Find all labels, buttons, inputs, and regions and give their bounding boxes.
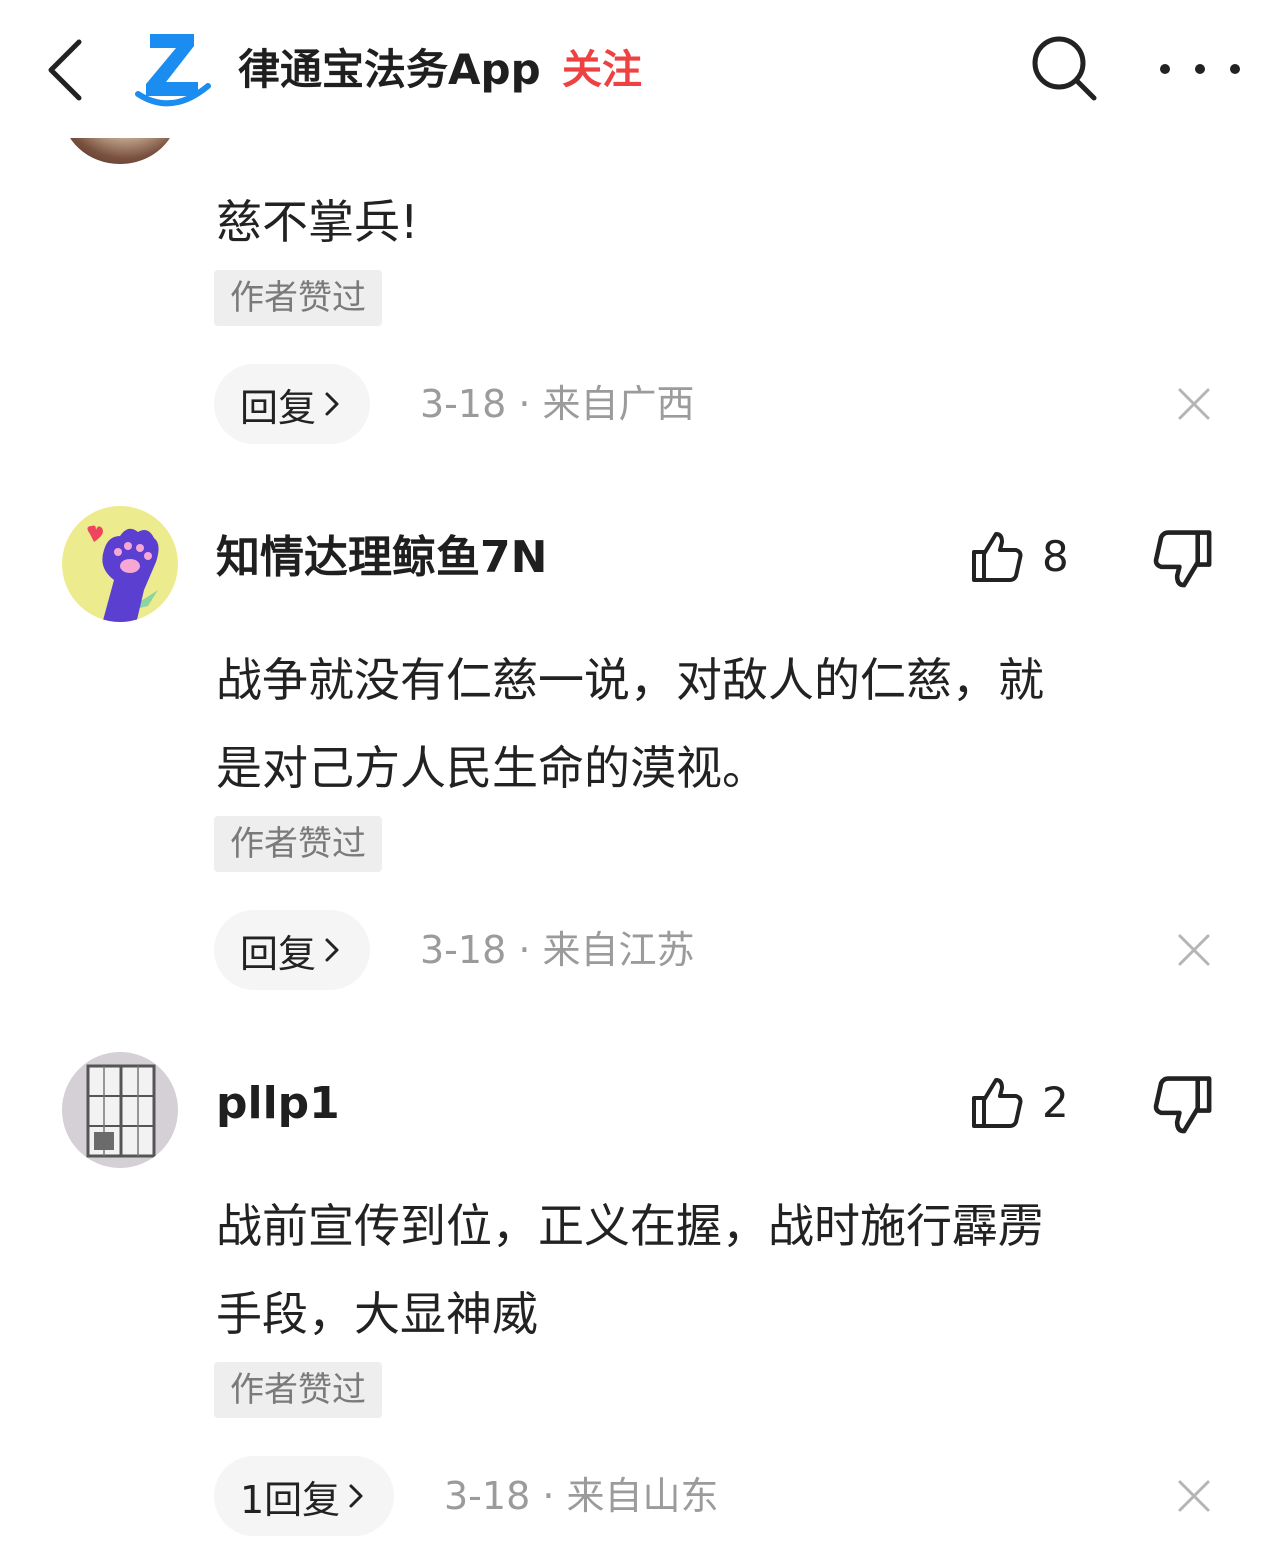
thumbs-down-icon[interactable] — [1152, 1074, 1216, 1138]
chevron-right-icon — [324, 390, 340, 418]
back-button[interactable] — [30, 30, 100, 110]
back-arrow-icon — [48, 39, 82, 101]
follow-button[interactable]: 关注 — [562, 40, 642, 100]
avatar[interactable] — [62, 506, 178, 622]
reply-button[interactable]: 回复 — [214, 910, 371, 990]
close-icon[interactable] — [1172, 928, 1216, 972]
username[interactable]: pllp1 — [216, 1074, 340, 1134]
chevron-right-icon — [324, 936, 340, 964]
close-icon[interactable] — [1172, 1474, 1216, 1518]
reply-label: 回复 — [240, 385, 317, 430]
reply-label: 回复 — [240, 931, 317, 976]
paw-icon — [87, 525, 159, 622]
avatar[interactable] — [62, 1052, 178, 1168]
comment-meta: 3-18 · 来自江苏 — [420, 928, 695, 972]
app-name[interactable]: 律通宝法务App — [238, 40, 541, 100]
comment-meta: 3-18 · 来自山东 — [444, 1474, 719, 1518]
reply-button[interactable]: 回复 — [214, 364, 371, 444]
thumbs-up-icon — [972, 1078, 1023, 1128]
like-count: 2 — [1042, 1077, 1069, 1127]
reply-button[interactable]: 1回复 — [214, 1456, 395, 1536]
window-icon — [86, 1064, 156, 1158]
comment-text-line: 战争就没有仁慈一说，对敌人的仁慈，就 — [216, 653, 1044, 707]
like-button[interactable]: 2 — [968, 1070, 1069, 1134]
more-icon[interactable] — [1160, 34, 1240, 104]
comment-text: 慈不掌兵! — [216, 195, 419, 249]
reply-label: 1回复 — [240, 1477, 341, 1522]
like-count: 8 — [1042, 531, 1069, 581]
comment-text-line: 手段，大显神威 — [216, 1287, 538, 1341]
comment-meta: 3-18 · 来自广西 — [420, 382, 695, 426]
author-liked-badge: 作者赞过 — [214, 1362, 382, 1418]
author-liked-badge: 作者赞过 — [214, 816, 382, 872]
comment-text-line: 是对己方人民生命的漠视。 — [216, 741, 768, 795]
comment-text-line: 战前宣传到位，正义在握，战时施行霹雳 — [216, 1199, 1044, 1253]
like-button[interactable]: 8 — [968, 524, 1069, 588]
thumbs-down-icon[interactable] — [1152, 528, 1216, 592]
top-bar: 律通宝法务App 关注 — [0, 0, 1280, 138]
username[interactable]: 知情达理鲸鱼7N — [216, 528, 547, 588]
author-liked-badge: 作者赞过 — [214, 270, 382, 326]
chevron-right-icon — [348, 1482, 364, 1510]
thumbs-up-icon — [972, 532, 1023, 582]
search-icon[interactable] — [1028, 32, 1100, 104]
app-logo-icon — [135, 34, 211, 107]
close-icon[interactable] — [1172, 382, 1216, 426]
